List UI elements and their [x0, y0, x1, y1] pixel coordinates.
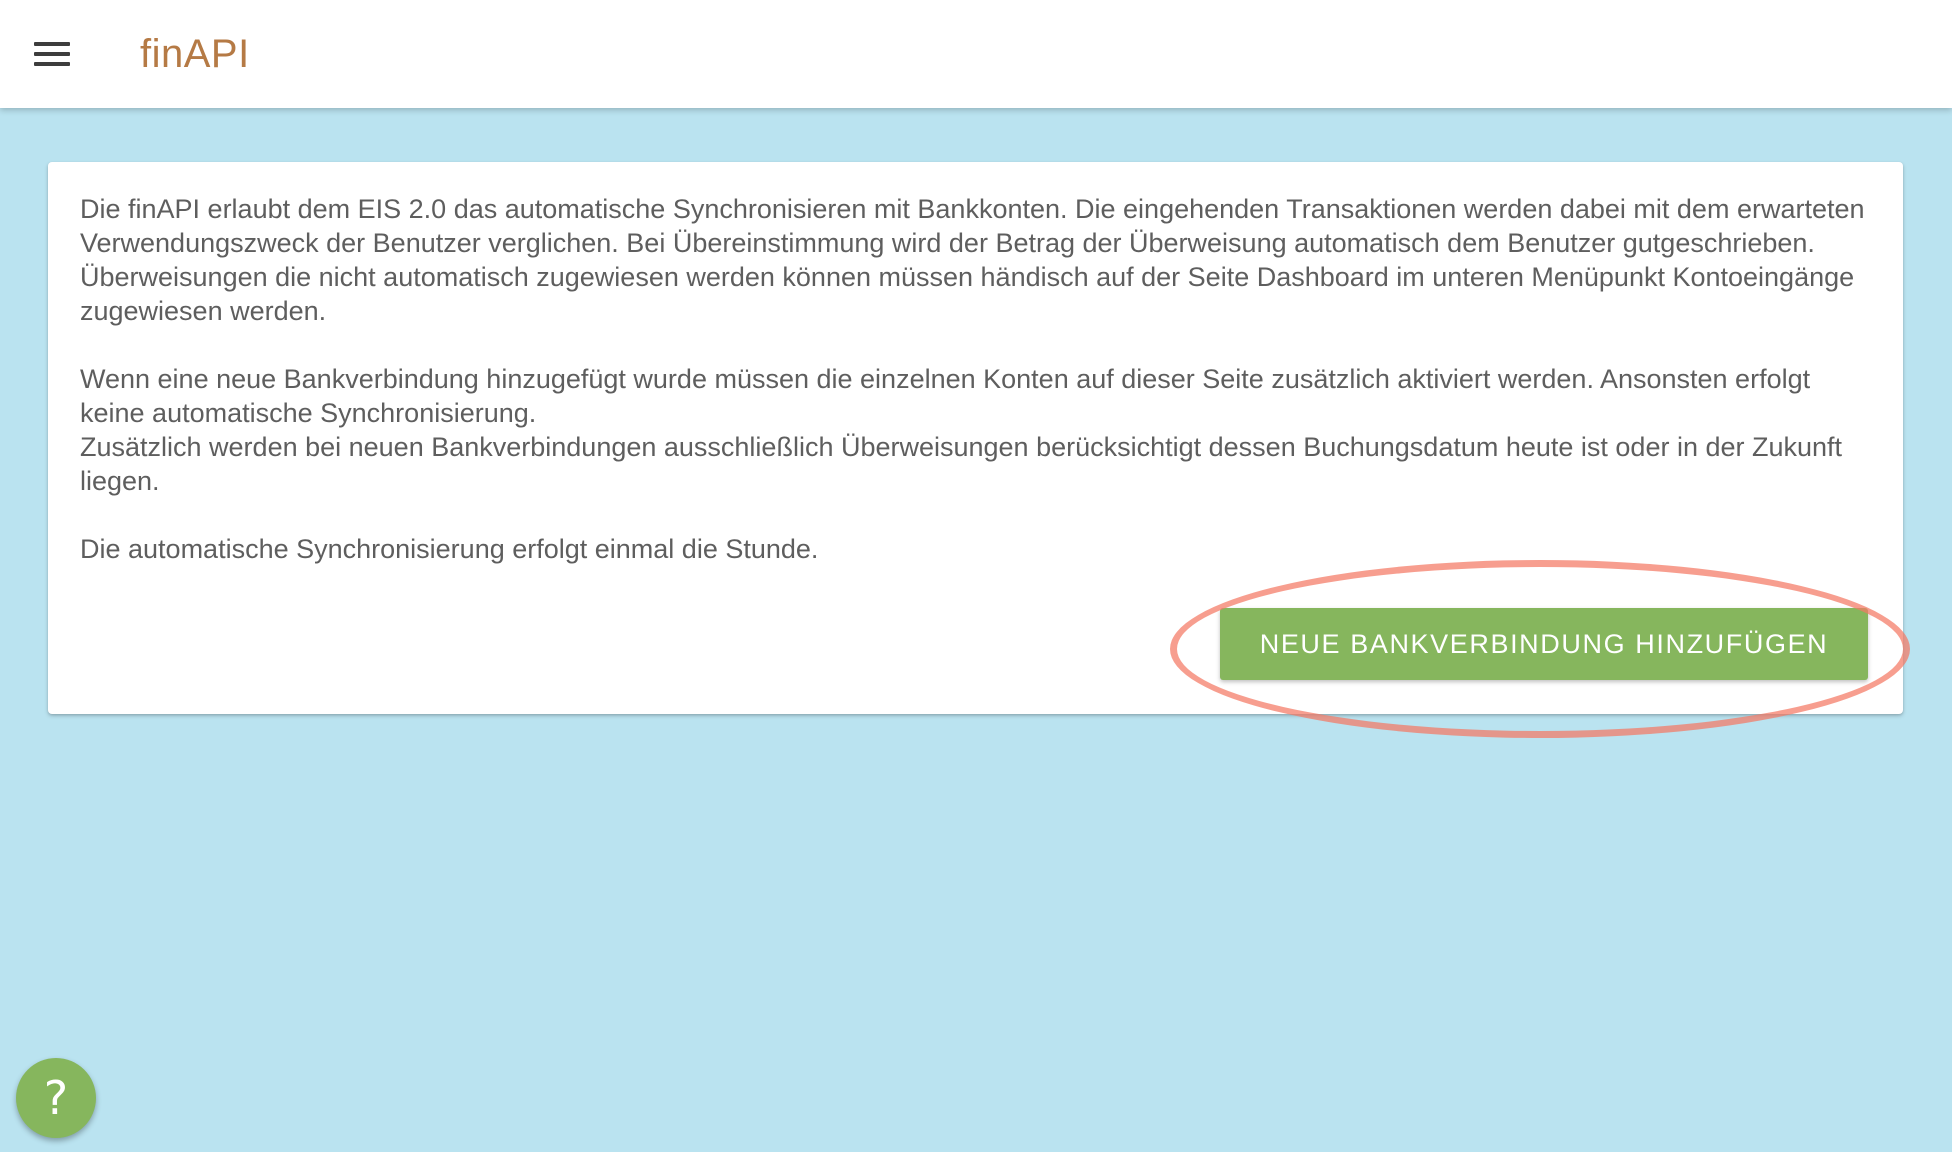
help-button[interactable]: ?: [16, 1058, 96, 1138]
menu-icon-bar: [34, 52, 70, 56]
info-card: Die finAPI erlaubt dem EIS 2.0 das autom…: [48, 162, 1903, 714]
info-paragraph-sync: Die finAPI erlaubt dem EIS 2.0 das autom…: [80, 194, 1865, 326]
add-bank-connection-button[interactable]: NEUE BANKVERBINDUNG HINZUFÜGEN: [1220, 608, 1868, 680]
app-brand-title: finAPI: [140, 32, 250, 76]
info-paragraph-interval: Die automatische Synchronisierung erfolg…: [80, 534, 819, 564]
info-paragraph-activation: Wenn eine neue Bankverbindung hinzugefüg…: [80, 362, 1880, 498]
info-booking-date-line: Zusätzlich werden bei neuen Bankverbindu…: [80, 432, 1843, 496]
hamburger-menu-icon[interactable]: [24, 30, 80, 78]
info-card-text: Die finAPI erlaubt dem EIS 2.0 das autom…: [80, 192, 1880, 566]
info-activation-line: Wenn eine neue Bankverbindung hinzugefüg…: [80, 364, 1811, 428]
menu-icon-bar: [34, 42, 70, 46]
menu-icon-bar: [34, 62, 70, 66]
top-app-bar: finAPI: [0, 0, 1952, 108]
